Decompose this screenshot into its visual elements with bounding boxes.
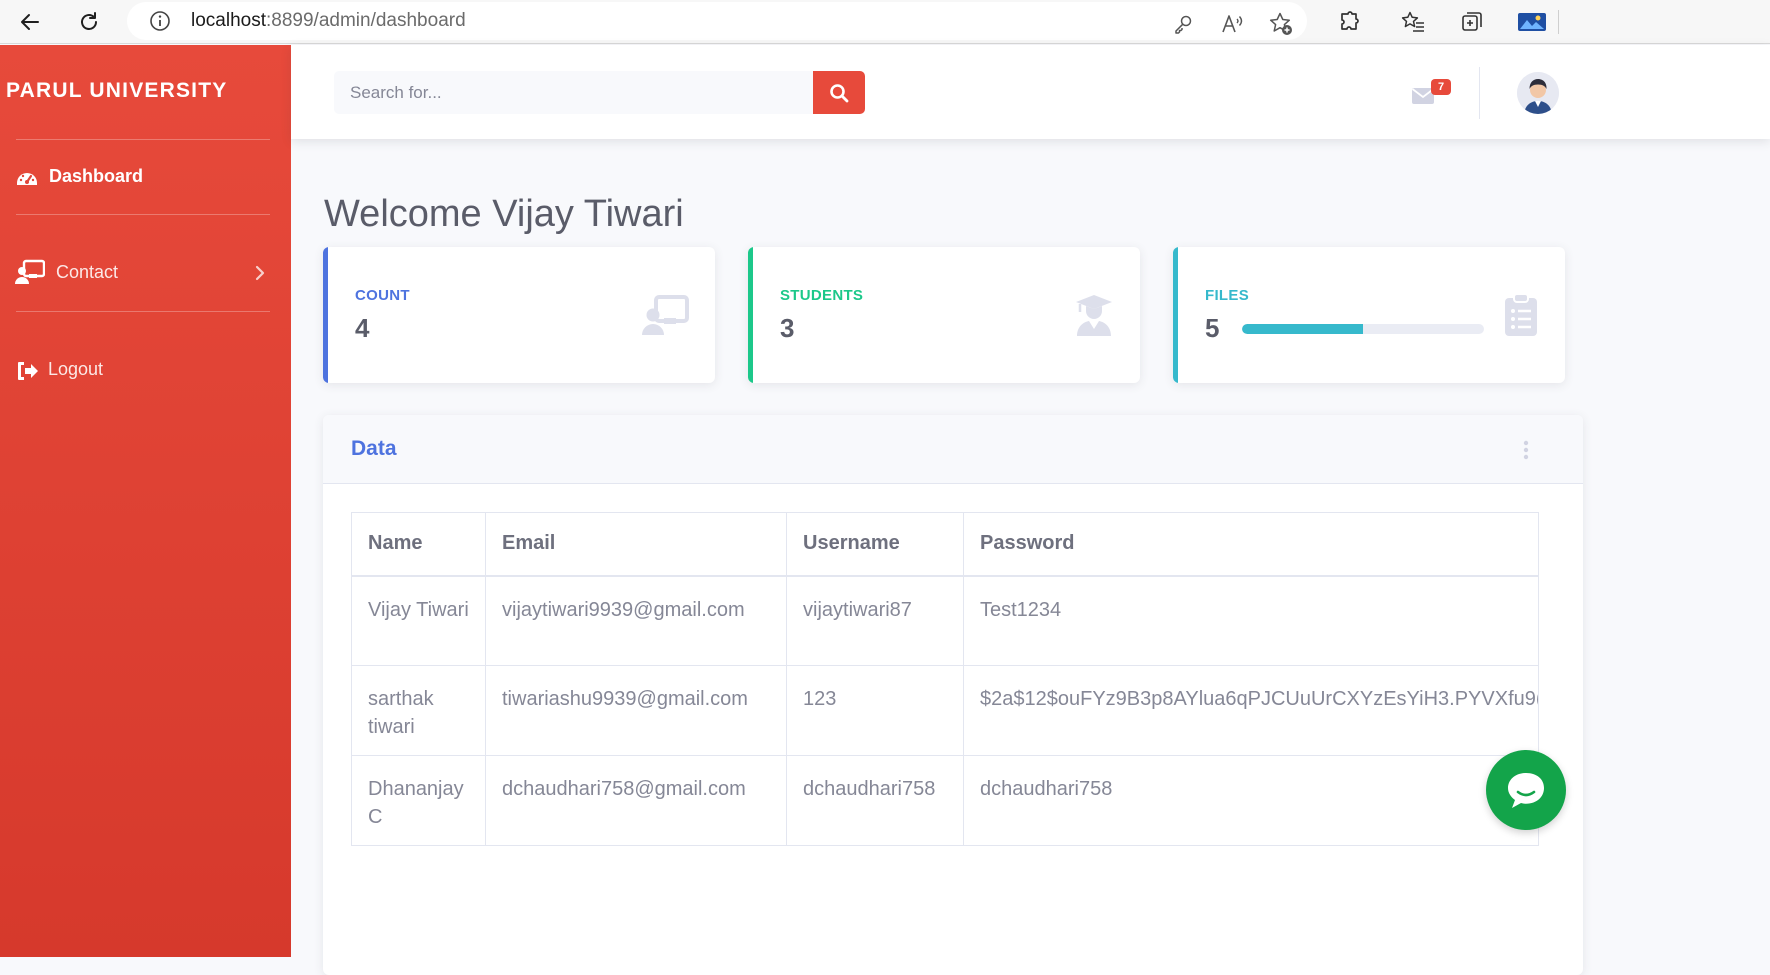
files-progress-bar (1242, 324, 1484, 334)
profile-button[interactable] (1514, 6, 1550, 38)
column-header-password[interactable]: Password (963, 512, 1539, 577)
favorites-list-icon (1401, 11, 1424, 32)
sidebar-item-dashboard[interactable]: Dashboard (0, 153, 291, 203)
table-header-row: Name Email Username Password (351, 512, 1539, 577)
students-card: STUDENTS 3 (748, 247, 1140, 383)
card-accent-bar (748, 247, 753, 383)
sidebar-item-label: Contact (56, 262, 119, 282)
search-icon (830, 83, 849, 102)
brand-name[interactable]: PARUL UNIVERSITY (6, 79, 227, 103)
card-label: COUNT (355, 287, 410, 304)
card-value: 5 (1205, 313, 1220, 343)
password-key-button[interactable] (1167, 8, 1199, 40)
user-avatar-icon (1517, 72, 1559, 114)
reload-button[interactable] (71, 4, 107, 40)
chevron-right-icon[interactable] (253, 265, 267, 281)
cell-name: sarthak tiwari (351, 665, 486, 756)
browser-toolbar: localhost:8899/admin/dashboard (0, 0, 1770, 44)
table-row: Dhananjay C dchaudhari758@gmail.com dcha… (351, 755, 1539, 846)
cell-email: tiwariashu9939@gmail.com (485, 665, 787, 756)
tachometer-icon (17, 173, 37, 185)
collections-icon (1462, 12, 1482, 31)
sidebar-item-label: Dashboard (49, 166, 144, 186)
card-label: STUDENTS (780, 287, 864, 304)
card-accent-bar (1173, 247, 1178, 383)
users-table: Name Email Username Password Vijay Tiwar… (351, 512, 1539, 846)
table-row: Vijay Tiwari vijaytiwari9939@gmail.com v… (351, 575, 1539, 666)
card-accent-bar (323, 247, 328, 383)
data-card: Data Name Email Username Password Vijay … (323, 415, 1583, 975)
page-title: Welcome Vijay Tiwari (324, 193, 684, 236)
extensions-button[interactable] (1333, 6, 1365, 38)
cell-password: dchaudhari758 (963, 755, 1539, 846)
cell-name: Vijay Tiwari (351, 575, 486, 666)
cell-password: Test1234 (963, 575, 1539, 666)
url-text: localhost:8899/admin/dashboard (191, 10, 466, 32)
topbar: 7 (291, 45, 1770, 139)
toolbar-divider (1558, 10, 1559, 34)
sidebar-item-logout[interactable]: Logout (0, 346, 291, 396)
address-bar[interactable]: localhost:8899/admin/dashboard (127, 2, 1307, 40)
cell-email: vijaytiwari9939@gmail.com (485, 575, 787, 666)
cell-username: 123 (786, 665, 964, 756)
column-header-name[interactable]: Name (351, 512, 486, 577)
count-card: COUNT 4 (323, 247, 715, 383)
sidebar-divider (16, 311, 270, 312)
user-graduate-icon (1076, 295, 1112, 336)
sidebar: PARUL UNIVERSITY Dashboard Contact Logou… (0, 45, 291, 957)
cell-name: Dhananjay C (351, 755, 486, 846)
chat-bubble-icon (1508, 773, 1544, 808)
sidebar-divider (16, 214, 270, 215)
read-aloud-icon (1222, 15, 1243, 33)
messages-button[interactable]: 7 (1409, 75, 1451, 111)
user-avatar[interactable] (1517, 72, 1559, 114)
url-host: localhost (191, 10, 266, 31)
puzzle-extensions-icon (1341, 11, 1359, 30)
clipboard-list-icon (1505, 293, 1537, 336)
reload-icon (81, 12, 97, 30)
favorites-button[interactable] (1397, 6, 1429, 38)
table-container: Name Email Username Password Vijay Tiwar… (351, 512, 1583, 846)
chalkboard-teacher-icon (642, 295, 689, 335)
topbar-divider (1479, 67, 1480, 119)
chat-widget-button[interactable] (1486, 750, 1566, 830)
cell-password: $2a$12$ouFYz9B3p8AYlua6qPJCUuUrCXYzEsYiH… (963, 665, 1539, 756)
sidebar-divider (16, 139, 270, 140)
sign-out-icon (18, 362, 38, 380)
key-icon (1175, 15, 1192, 34)
cell-email: dchaudhari758@gmail.com (485, 755, 787, 846)
data-card-header: Data (323, 415, 1583, 484)
read-aloud-button[interactable] (1217, 8, 1249, 40)
back-button[interactable] (12, 4, 48, 40)
card-value: 3 (780, 313, 795, 343)
files-progress-fill (1242, 324, 1363, 334)
star-add-icon (1269, 12, 1292, 35)
messages-count-badge: 7 (1431, 79, 1451, 95)
back-arrow-icon (21, 14, 39, 30)
card-value: 4 (355, 313, 370, 343)
files-card: FILES 5 (1173, 247, 1565, 383)
column-header-username[interactable]: Username (786, 512, 964, 577)
column-header-email[interactable]: Email (485, 512, 787, 577)
collections-button[interactable] (1456, 6, 1488, 38)
sidebar-item-contact[interactable]: Contact (0, 249, 291, 299)
data-card-title: Data (351, 437, 397, 460)
site-info-icon[interactable] (149, 10, 171, 32)
card-label: FILES (1205, 287, 1250, 304)
chalkboard-teacher-icon (15, 259, 45, 284)
cell-username: dchaudhari758 (786, 755, 964, 846)
url-path: :8899/admin/dashboard (266, 10, 466, 31)
browser-profile-icon (1518, 13, 1546, 31)
search-button[interactable] (813, 71, 865, 114)
search-input[interactable] (334, 71, 814, 114)
add-favorite-button[interactable] (1265, 8, 1297, 40)
sidebar-item-label: Logout (48, 359, 104, 379)
table-row: sarthak tiwari tiwariashu9939@gmail.com … (351, 665, 1539, 756)
cell-username: vijaytiwari87 (786, 575, 964, 666)
more-options-icon[interactable] (1519, 439, 1533, 461)
